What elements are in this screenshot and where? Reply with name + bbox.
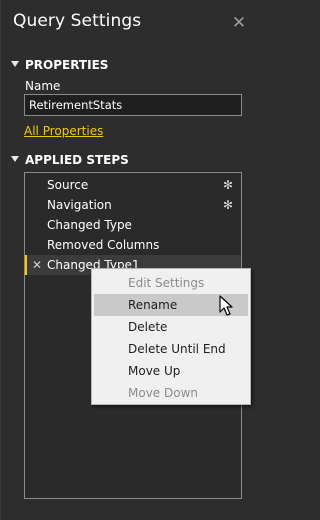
gear-icon[interactable]: ✻ [223,195,233,215]
step-removed-columns[interactable]: Removed Columns [25,235,241,255]
delete-step-icon[interactable]: ✕ [32,255,42,275]
collapse-triangle-icon[interactable] [11,61,19,67]
properties-section-header[interactable]: PROPERTIES [11,58,108,72]
step-label: Navigation [47,198,112,212]
applied-steps-header-label: APPLIED STEPS [25,153,129,167]
step-label: Source [47,178,89,192]
menu-item-delete-until-end[interactable]: Delete Until End [94,338,248,360]
menu-item-edit-settings: Edit Settings [128,276,205,290]
name-label: Name [25,79,61,93]
menu-item-move-up[interactable]: Move Up [94,360,248,382]
menu-item-move-down: Move Down [128,386,198,400]
applied-steps-section-header[interactable]: APPLIED STEPS [11,153,129,167]
collapse-triangle-icon[interactable] [11,156,19,162]
mouse-pointer-icon [219,295,233,316]
pane-title: Query Settings [13,11,142,31]
menu-item-delete[interactable]: Delete [94,316,248,338]
query-settings-pane: Query Settings ✕ PROPERTIES Name All Pro… [0,0,264,520]
query-name-input[interactable] [24,94,242,116]
all-properties-link[interactable]: All Properties [24,124,103,138]
gear-icon[interactable]: ✻ [223,175,233,195]
step-navigation[interactable]: Navigation ✻ [25,195,241,215]
properties-header-label: PROPERTIES [25,58,109,72]
step-source[interactable]: Source ✻ [25,175,241,195]
step-label: Changed Type [47,218,132,232]
step-changed-type[interactable]: Changed Type [25,215,241,235]
step-label: Removed Columns [47,238,160,252]
step-context-menu: Edit Settings Rename Delete Delete Until… [91,268,251,405]
close-icon[interactable]: ✕ [230,14,248,32]
